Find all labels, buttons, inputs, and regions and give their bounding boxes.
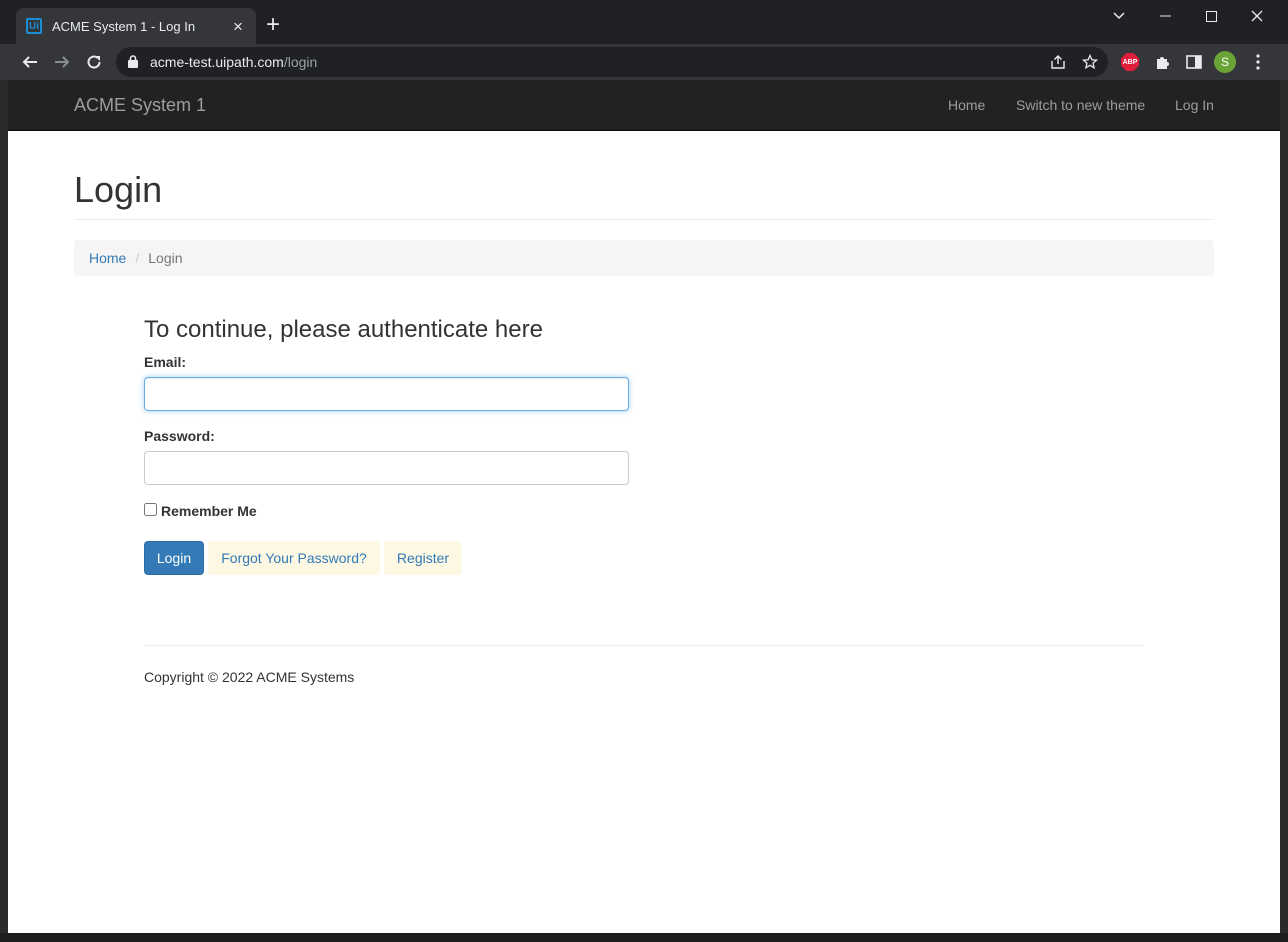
email-label: Email: bbox=[144, 354, 187, 370]
adblock-badge: ABP bbox=[1121, 53, 1139, 71]
profile-initial: S bbox=[1214, 51, 1236, 73]
remember-me-label[interactable]: Remember Me bbox=[161, 503, 257, 519]
bookmark-star-icon[interactable] bbox=[1081, 53, 1099, 71]
password-field[interactable] bbox=[144, 451, 629, 485]
share-icon[interactable] bbox=[1049, 53, 1067, 71]
page-viewport: ACME System 1 Home Switch to new theme L… bbox=[8, 80, 1280, 933]
new-tab-icon[interactable]: + bbox=[266, 13, 280, 37]
page-title: Login bbox=[74, 169, 163, 210]
uipath-favicon-icon: Ui bbox=[26, 18, 42, 34]
side-panel-icon[interactable] bbox=[1183, 51, 1205, 73]
forward-icon[interactable] bbox=[49, 49, 75, 75]
email-field[interactable] bbox=[144, 377, 629, 411]
login-button[interactable]: Login bbox=[144, 541, 204, 575]
url-text: acme-test.uipath.com/login bbox=[150, 54, 317, 70]
lock-icon[interactable] bbox=[128, 55, 138, 73]
copyright-text: Copyright © 2022 ACME Systems bbox=[144, 669, 355, 685]
title-divider bbox=[74, 219, 1214, 220]
form-heading: To continue, please authenticate here bbox=[144, 316, 543, 343]
breadcrumb: Home / Login bbox=[74, 240, 1214, 276]
breadcrumb-separator: / bbox=[135, 250, 140, 266]
close-window-icon[interactable] bbox=[1241, 4, 1273, 28]
breadcrumb-current: Login bbox=[148, 250, 183, 266]
forgot-password-button[interactable]: Forgot Your Password? bbox=[208, 541, 380, 575]
browser-menu-icon[interactable] bbox=[1247, 51, 1269, 73]
address-bar[interactable]: acme-test.uipath.com/login bbox=[116, 47, 1108, 77]
site-navbar: ACME System 1 Home Switch to new theme L… bbox=[8, 80, 1280, 131]
minimize-icon[interactable] bbox=[1149, 4, 1181, 28]
back-icon[interactable] bbox=[17, 49, 43, 75]
browser-tab[interactable]: Ui ACME System 1 - Log In × bbox=[16, 8, 256, 44]
nav-link-switch-theme[interactable]: Switch to new theme bbox=[1016, 97, 1145, 113]
password-label: Password: bbox=[144, 428, 215, 444]
tab-title: ACME System 1 - Log In bbox=[52, 18, 196, 34]
window-edge-left bbox=[0, 80, 8, 942]
footer-divider bbox=[144, 645, 1144, 646]
nav-link-home[interactable]: Home bbox=[948, 97, 985, 113]
browser-toolbar: acme-test.uipath.com/login ABP S bbox=[0, 44, 1288, 80]
navbar-brand[interactable]: ACME System 1 bbox=[74, 95, 206, 116]
window-edge-right bbox=[1280, 80, 1288, 942]
tab-close-icon[interactable]: × bbox=[230, 18, 246, 35]
adblock-extension-icon[interactable]: ABP bbox=[1119, 51, 1141, 73]
tab-search-icon[interactable] bbox=[1103, 4, 1135, 28]
window-edge-bottom bbox=[0, 933, 1288, 942]
url-path: /login bbox=[283, 54, 318, 70]
profile-avatar[interactable]: S bbox=[1214, 51, 1236, 73]
register-button[interactable]: Register bbox=[384, 541, 462, 575]
browser-tabstrip: Ui ACME System 1 - Log In × + bbox=[0, 0, 1288, 44]
reload-icon[interactable] bbox=[81, 49, 107, 75]
url-host: acme-test.uipath.com bbox=[150, 54, 284, 70]
maximize-icon[interactable] bbox=[1195, 4, 1227, 28]
breadcrumb-home[interactable]: Home bbox=[89, 250, 126, 266]
remember-me-checkbox[interactable] bbox=[144, 503, 157, 516]
nav-link-login[interactable]: Log In bbox=[1175, 97, 1214, 113]
extensions-puzzle-icon[interactable] bbox=[1151, 51, 1173, 73]
